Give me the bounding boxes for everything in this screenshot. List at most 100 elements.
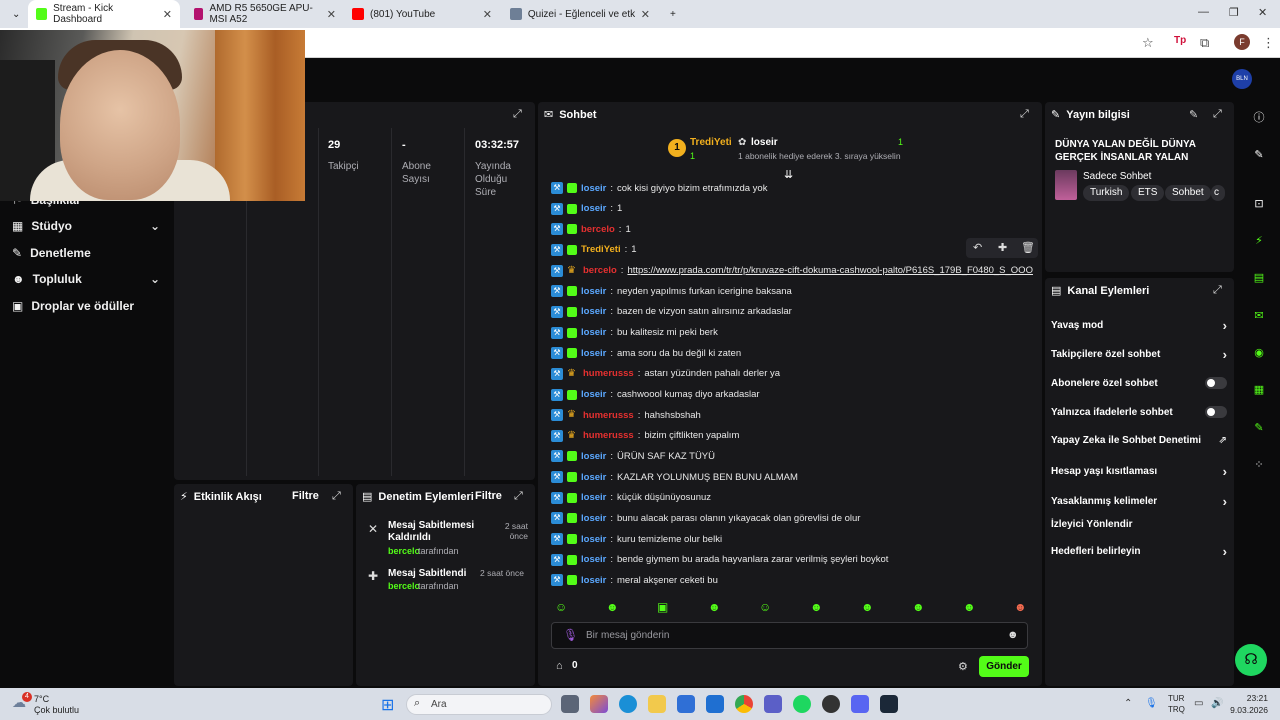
expand-icon[interactable]: ⤢: [1213, 284, 1222, 297]
chat-bubble-icon[interactable]: ✉: [1250, 307, 1268, 325]
taskbar-search[interactable]: [406, 694, 552, 715]
network-icon[interactable]: ▭: [1194, 698, 1203, 709]
tray-chevron-up-icon[interactable]: ⌃: [1124, 698, 1132, 709]
steam-icon[interactable]: [880, 695, 898, 713]
tab-kick-dashboard[interactable]: Stream - Kick Dashboard ✕: [28, 0, 180, 28]
chat-message[interactable]: ⚒ loseir: meral akşener ceketi bu: [551, 571, 718, 589]
task-view-icon[interactable]: [561, 695, 579, 713]
discord-icon[interactable]: [851, 695, 869, 713]
chat-message[interactable]: ⚒ loseir: bu kalitesiz mi peki berk: [551, 324, 718, 342]
wrench-icon[interactable]: ✎: [1250, 419, 1268, 437]
chat-username[interactable]: loseir: [581, 348, 606, 359]
emote-icon[interactable]: ☺: [759, 600, 771, 614]
points-store-icon[interactable]: ⌂: [556, 660, 563, 672]
mod-action-user[interactable]: bercelo: [388, 546, 420, 556]
chat-username[interactable]: humerusss: [583, 368, 634, 379]
ai-moderation-row[interactable]: Yapay Zeka ile Sohbet Denetimi ⇗: [1051, 435, 1227, 446]
input-language-bottom[interactable]: TRQ: [1168, 705, 1185, 714]
screen-icon[interactable]: ⊡: [1250, 195, 1268, 213]
pin-message-icon[interactable]: ✚: [998, 241, 1007, 254]
expand-icon[interactable]: ⤢: [332, 490, 341, 503]
mod-action-user[interactable]: bercelo: [388, 581, 420, 591]
followers-only-row[interactable]: Takipçilere özel sohbet ›: [1051, 347, 1227, 362]
tab-quizei[interactable]: Quizei - Eğlenceli ve etkileşimi ✕: [502, 0, 658, 28]
emote-icon[interactable]: ☺: [555, 600, 567, 614]
close-window-icon[interactable]: ✕: [1258, 6, 1267, 19]
pencil-icon[interactable]: ✎: [1250, 146, 1268, 164]
emote-icon[interactable]: ☻: [912, 600, 925, 614]
emote-icon[interactable]: ☻: [810, 600, 823, 614]
user-avatar[interactable]: BLN: [1232, 69, 1252, 89]
chat-username[interactable]: TrediYeti: [581, 244, 621, 255]
chat-message[interactable]: ⚒ loseir: küçük düşünüyosunuz: [551, 489, 711, 507]
chat-message[interactable]: ⚒ loseir: KAZLAR YOLUNMUŞ BEN BUNU ALMAM: [551, 468, 798, 486]
reply-icon[interactable]: ↶: [973, 241, 982, 254]
subscribers-only-toggle[interactable]: [1205, 377, 1227, 389]
expand-icon[interactable]: ⤢: [513, 108, 522, 121]
maximize-icon[interactable]: ❐: [1229, 6, 1239, 19]
chat-username[interactable]: loseir: [581, 534, 606, 545]
chat-message[interactable]: ⚒ loseir: bazen de vizyon satın alırsınız …: [551, 303, 792, 321]
account-age-row[interactable]: Hesap yaşı kısıtlaması ›: [1051, 464, 1227, 479]
scroll-anchor-icon[interactable]: ⇊: [784, 168, 793, 181]
leader-username[interactable]: TrediYeti: [690, 137, 732, 148]
delete-icon[interactable]: 🗑: [1021, 241, 1035, 254]
chat-message[interactable]: ⚒ ♛ humerusss: hahshsbshah: [551, 406, 701, 424]
chat-username[interactable]: loseir: [581, 554, 606, 565]
moderation-filter-button[interactable]: Filtre: [475, 490, 502, 502]
send-button[interactable]: Gönder: [979, 656, 1029, 677]
sidebar-item-studio[interactable]: ▦ Stüdyo ⌄: [12, 219, 160, 233]
chat-settings-gear-icon[interactable]: ⚙: [958, 660, 968, 673]
expand-icon[interactable]: ⤢: [514, 490, 523, 503]
gifter-username[interactable]: loseir: [751, 137, 778, 148]
edit-pencil-icon[interactable]: ✎: [1189, 108, 1198, 121]
chat-message[interactable]: ⚒ ♛ bercelo: https://www.prada.com/tr/tr/p/…: [551, 262, 1033, 280]
chat-username[interactable]: loseir: [581, 306, 606, 317]
weather-text[interactable]: Çok bulutlu: [34, 705, 79, 715]
goals-row[interactable]: Hedefleri belirleyin ›: [1051, 544, 1227, 559]
emoji-picker-icon[interactable]: ☻: [1007, 629, 1019, 641]
emote-icon[interactable]: ▣: [657, 600, 668, 614]
extension-icon[interactable]: Tp: [1174, 35, 1186, 46]
copilot-icon[interactable]: [590, 695, 608, 713]
chrome-icon[interactable]: [735, 695, 753, 713]
chat-username[interactable]: loseir: [581, 451, 606, 462]
expand-icon[interactable]: ⤢: [1213, 108, 1222, 121]
edge-icon[interactable]: [619, 695, 637, 713]
teams-icon[interactable]: [764, 695, 782, 713]
microphone-tray-icon[interactable]: 🎙: [1145, 698, 1158, 709]
file-explorer-icon[interactable]: [648, 695, 666, 713]
emote-icon[interactable]: ☻: [708, 600, 721, 614]
close-tab-icon[interactable]: ✕: [483, 8, 492, 21]
tab-youtube[interactable]: (801) YouTube ✕: [344, 0, 500, 28]
chat-message[interactable]: ⚒ ♛ humerusss: astarı yüzünden pahalı derle…: [551, 365, 780, 383]
tab-list-button[interactable]: ⌄: [4, 0, 24, 28]
close-tab-icon[interactable]: ✕: [641, 8, 650, 21]
chat-username[interactable]: humerusss: [583, 430, 634, 441]
profile-avatar[interactable]: F: [1234, 34, 1250, 50]
bookmark-star-icon[interactable]: ☆: [1142, 35, 1154, 51]
stream-category[interactable]: Sadece Sohbet: [1083, 171, 1151, 182]
clock-date[interactable]: 9.03.2026: [1222, 705, 1268, 715]
store-icon[interactable]: [677, 695, 695, 713]
broadcast-icon[interactable]: ◉: [1250, 344, 1268, 362]
add-widget-icon[interactable]: ⁘: [1250, 456, 1268, 474]
bolt-icon[interactable]: ⚡: [1250, 232, 1268, 250]
emote-icon[interactable]: ☻: [861, 600, 874, 614]
chat-message[interactable]: ⚒ loseir: cashwoool kumaş diyo arkadaslar: [551, 386, 760, 404]
chat-message[interactable]: ⚒ loseir: neyden yapılmıs furkan icerigine…: [551, 282, 792, 300]
sidebar-item-community[interactable]: ☻ Topluluk ⌄: [12, 272, 160, 286]
chat-message[interactable]: ⚒ TrediYeti:1: [551, 241, 637, 259]
emote-icon[interactable]: ☻: [1014, 600, 1027, 614]
banned-words-row[interactable]: Yasaklanmış kelimeler ›: [1051, 494, 1227, 509]
chat-message[interactable]: ⚒ loseir: bunu alacak parası olanın yıkaya…: [551, 509, 860, 527]
activity-filter-button[interactable]: Filtre: [292, 490, 319, 502]
chat-username[interactable]: loseir: [581, 513, 606, 524]
chat-message[interactable]: ⚒ ♛ humerusss: bizim çiftlikten yapalım: [551, 427, 739, 445]
weather-temp[interactable]: 7°C: [34, 694, 49, 704]
close-tab-icon[interactable]: ✕: [327, 8, 336, 21]
browser-menu-icon[interactable]: ⋮: [1262, 35, 1275, 51]
new-tab-button[interactable]: +: [662, 0, 680, 28]
chat-message-link[interactable]: https://www.prada.com/tr/tr/p/kruvaze-ci…: [627, 265, 1033, 276]
chat-username[interactable]: loseir: [581, 327, 606, 338]
